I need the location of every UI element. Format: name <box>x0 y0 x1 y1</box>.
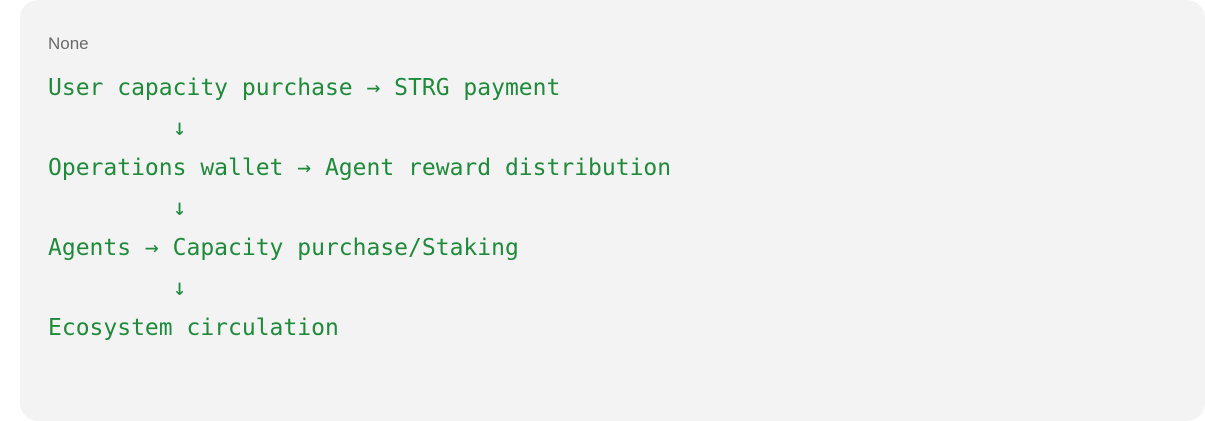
code-line-arrow: ↓ <box>48 195 187 221</box>
code-line: User capacity purchase → STRG payment <box>48 75 561 101</box>
code-line: Ecosystem circulation <box>48 315 339 341</box>
code-line: Agents → Capacity purchase/Staking <box>48 235 519 261</box>
code-line-arrow: ↓ <box>48 115 187 141</box>
code-line-arrow: ↓ <box>48 275 187 301</box>
code-language-label: None <box>48 34 89 53</box>
code-line: Operations wallet → Agent reward distrib… <box>48 155 672 181</box>
code-block-card: None User capacity purchase → STRG payme… <box>20 0 1205 421</box>
code-block-content[interactable]: User capacity purchase → STRG payment ↓ O… <box>48 68 671 348</box>
